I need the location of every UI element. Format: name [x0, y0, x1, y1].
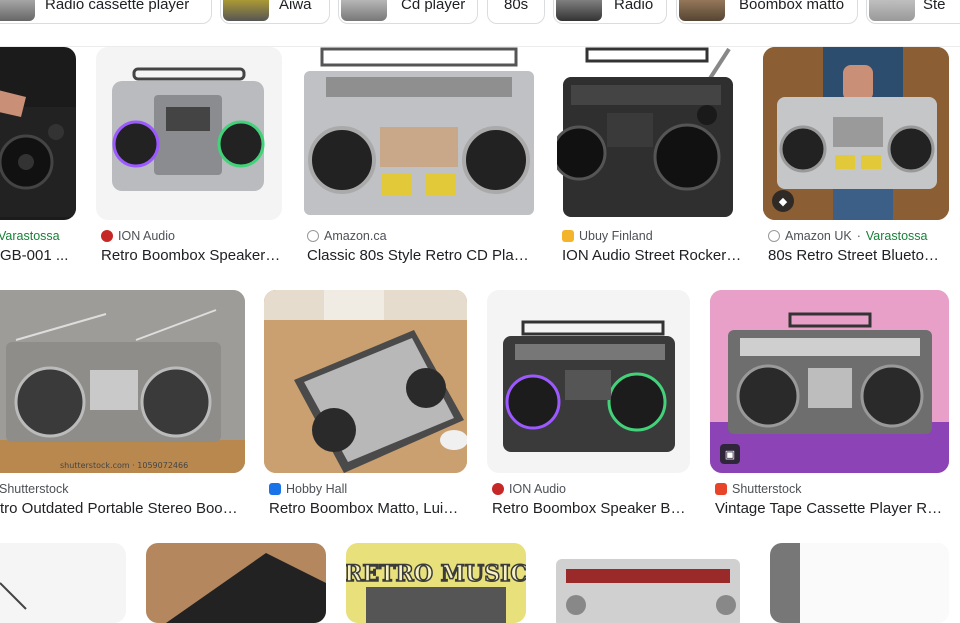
source-favicon	[768, 230, 780, 242]
chip-boombox-matto[interactable]: Boombox matto	[676, 0, 858, 24]
chip-radio-cassette-player[interactable]: Radio cassette player	[0, 0, 212, 24]
image-gallery-icon: ▣	[720, 444, 740, 464]
result-image[interactable]	[557, 47, 743, 220]
chip-radio[interactable]: Radio	[553, 0, 667, 24]
product-tag-icon: ◆	[772, 190, 794, 212]
chip-label: Cd player	[401, 0, 466, 13]
source-name: ION Audio	[118, 229, 175, 243]
result-image[interactable]	[487, 290, 690, 473]
chip-label: Aiwa	[279, 0, 312, 13]
result-image[interactable]	[302, 47, 536, 220]
source-favicon	[269, 483, 281, 495]
source-name: Amazon.ca	[324, 229, 387, 243]
result-image[interactable]	[264, 290, 467, 473]
chip-80s[interactable]: 80s	[487, 0, 545, 24]
result-source: Hobby Hall	[269, 482, 347, 496]
result-source: Varastossa	[0, 229, 60, 243]
chip-label: Boombox matto	[739, 0, 845, 13]
result-image[interactable]	[0, 47, 76, 220]
result-source: Amazon UK · Varastossa	[768, 229, 927, 243]
result-image[interactable]: ▣	[710, 290, 949, 473]
result-title[interactable]: Retro Boombox Speaker Bl…	[492, 500, 688, 517]
result-source: Amazon.ca	[307, 229, 387, 243]
result-title[interactable]: GB-001 ...	[0, 247, 72, 264]
result-source: Shutterstock	[0, 482, 68, 496]
stock-status: Varastossa	[865, 229, 928, 243]
result-image[interactable]: RETRO MUSIC	[346, 543, 526, 623]
chip-thumbnail	[341, 0, 387, 21]
result-title[interactable]: Retro Boombox Speaker…	[101, 247, 281, 264]
result-title[interactable]: Classic 80s Style Retro CD Play…	[307, 247, 535, 264]
source-favicon	[492, 483, 504, 495]
result-image[interactable]	[770, 543, 949, 623]
result-title[interactable]: Retro Boombox Matto, Luis…	[269, 500, 465, 517]
chip-thumbnail	[679, 0, 725, 21]
result-title[interactable]: 80s Retro Street Blueto…	[768, 247, 948, 264]
source-separator: ·	[856, 229, 861, 243]
result-source: ION Audio	[492, 482, 566, 496]
image-text: RETRO MUSIC	[346, 561, 526, 587]
result-image[interactable]	[146, 543, 326, 623]
source-name: Amazon UK	[785, 229, 852, 243]
result-title[interactable]: ION Audio Street Rocker…	[562, 247, 742, 264]
result-title[interactable]: tro Outdated Portable Stereo Boo…	[0, 500, 242, 517]
chip-label: Ste	[923, 0, 946, 13]
image-watermark: shutterstock.com · 1059072466	[60, 461, 188, 470]
result-image[interactable]: ◆	[763, 47, 949, 220]
chip-thumbnail	[0, 0, 35, 21]
chip-thumbnail	[556, 0, 602, 21]
result-image[interactable]: shutterstock.com · 1059072466	[0, 290, 245, 473]
source-name: Ubuy Finland	[579, 229, 653, 243]
chip-label: Radio	[614, 0, 654, 13]
result-image[interactable]	[96, 47, 282, 220]
source-favicon	[562, 230, 574, 242]
result-source: Ubuy Finland	[562, 229, 653, 243]
chip-cd-player[interactable]: Cd player	[338, 0, 478, 24]
source-name: Shutterstock	[0, 482, 69, 496]
result-image[interactable]	[546, 543, 750, 623]
chip-stereo[interactable]: Ste	[866, 0, 960, 24]
chip-thumbnail	[869, 0, 915, 21]
result-title[interactable]: Vintage Tape Cassette Player R…	[715, 500, 947, 517]
source-name: ION Audio	[509, 482, 566, 496]
chip-label: Radio cassette player	[45, 0, 190, 13]
source-favicon	[307, 230, 319, 242]
chip-thumbnail	[223, 0, 269, 21]
source-name: Shutterstock	[732, 482, 802, 496]
chip-aiwa[interactable]: Aiwa	[220, 0, 330, 24]
source-favicon	[101, 230, 113, 242]
source-favicon	[715, 483, 727, 495]
source-name: Hobby Hall	[286, 482, 348, 496]
result-source: ION Audio	[101, 229, 175, 243]
filter-chip-bar: Radio cassette player Aiwa Cd player 80s…	[0, 0, 960, 26]
result-source: Shutterstock	[715, 482, 801, 496]
result-image[interactable]	[0, 543, 126, 623]
chip-label: 80s	[504, 0, 529, 13]
stock-status: Varastossa	[0, 229, 60, 243]
